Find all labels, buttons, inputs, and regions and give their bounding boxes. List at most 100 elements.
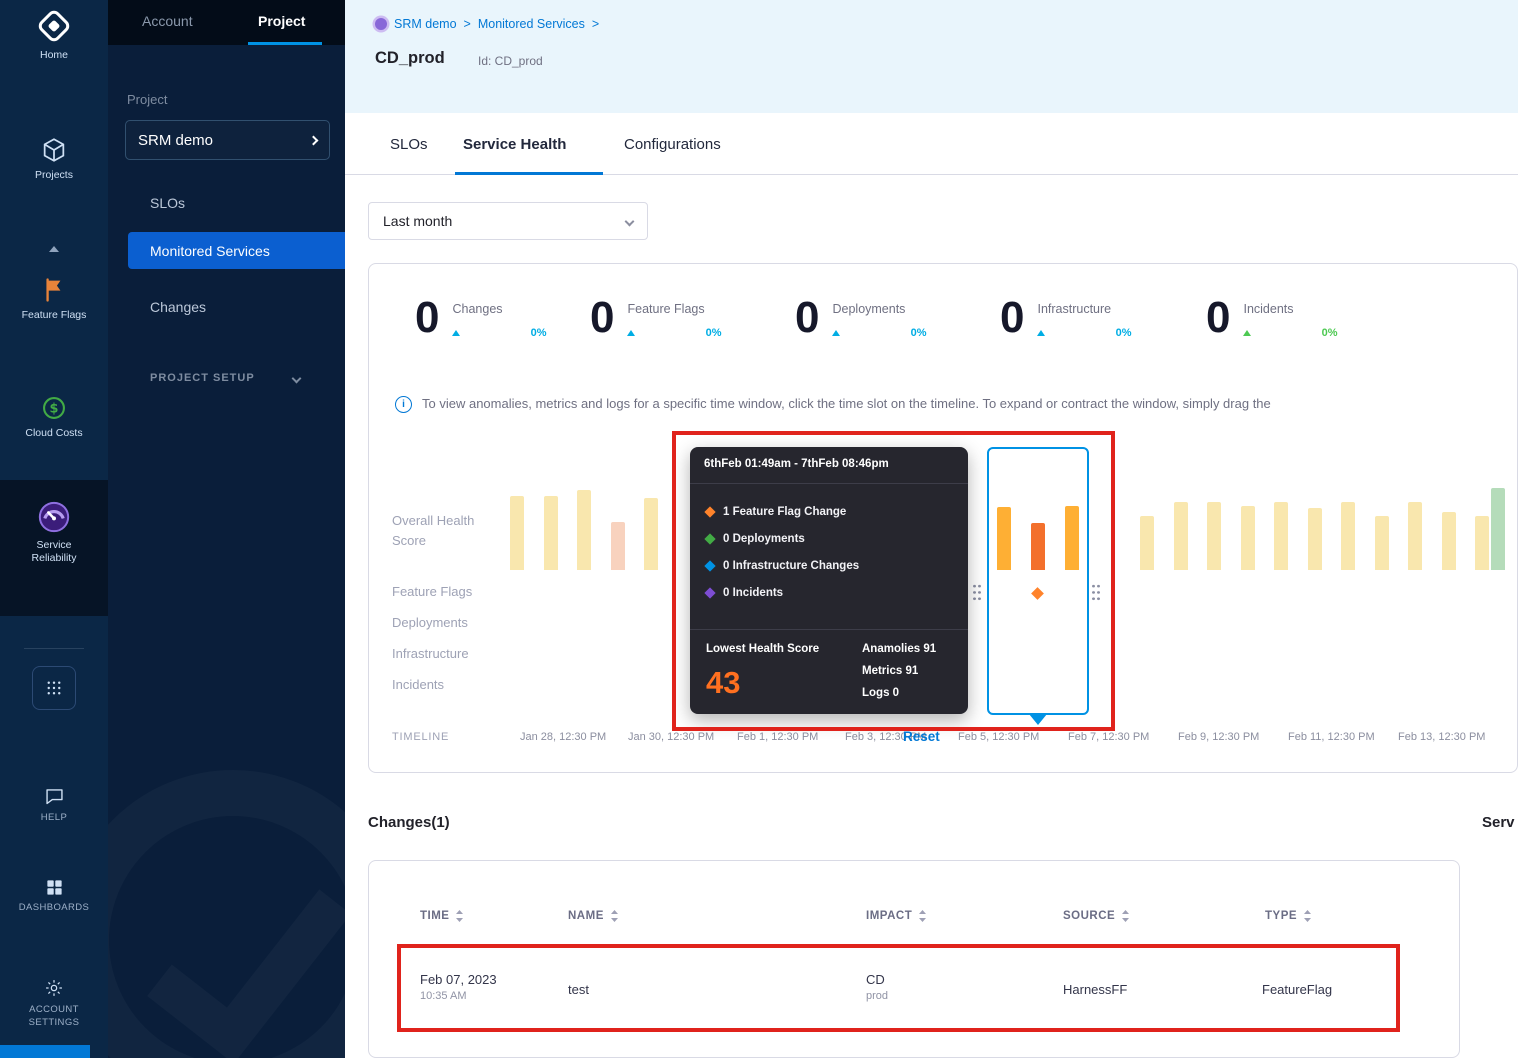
- tab-configurations[interactable]: Configurations: [624, 113, 721, 175]
- chevron-down-icon: [291, 373, 301, 383]
- timeline-bar[interactable]: [577, 490, 591, 570]
- project-selector[interactable]: SRM demo: [125, 120, 330, 160]
- tab-account[interactable]: Account: [142, 13, 193, 29]
- timeline-hint-text: To view anomalies, metrics and logs for …: [422, 396, 1510, 411]
- timeline-bar[interactable]: [1308, 508, 1322, 570]
- nav-home[interactable]: Home: [0, 8, 108, 61]
- nav-help[interactable]: HELP: [0, 786, 108, 823]
- stat-value: 0: [415, 296, 439, 340]
- flag-icon: [40, 276, 68, 304]
- timeline-bar[interactable]: [1207, 502, 1221, 570]
- project-setup-toggle[interactable]: PROJECT SETUP: [150, 372, 300, 384]
- nav-cloud-costs[interactable]: $ Cloud Costs: [0, 394, 108, 439]
- caret-up-icon: [49, 246, 59, 252]
- timeline-bar[interactable]: [1174, 502, 1188, 570]
- time-range-select[interactable]: Last month: [368, 202, 648, 240]
- stat-percent: 0%: [531, 327, 547, 339]
- timeline-bar[interactable]: [1274, 502, 1288, 570]
- change-time-detail: 10:35 AM: [420, 990, 497, 1002]
- window-drag-handle-right[interactable]: [1091, 583, 1101, 602]
- tooltip-metrics: Metrics 91: [862, 665, 918, 677]
- breadcrumb-monitored-services[interactable]: Monitored Services: [478, 17, 585, 31]
- sort-icon: [1121, 910, 1130, 922]
- column-header-label: NAME: [568, 910, 604, 922]
- timeline-bar[interactable]: [1442, 512, 1456, 570]
- timeline-bar[interactable]: [1241, 506, 1255, 570]
- time-window-tooltip: 6thFeb 01:49am - 7thFeb 08:46pm 1 Featur…: [690, 447, 968, 714]
- table-row-type-cell[interactable]: FeatureFlag: [1262, 982, 1332, 997]
- module-scroll-up[interactable]: [0, 246, 108, 252]
- harness-logo-icon: [36, 8, 72, 44]
- row-label-infrastructure: Infrastructure: [392, 646, 469, 661]
- timeline-bar[interactable]: [611, 522, 625, 570]
- reset-link[interactable]: Reset: [903, 729, 940, 744]
- primary-sidebar: Home Projects Feature Flags $ Cloud Cost…: [0, 0, 108, 1058]
- cube-icon: [40, 136, 68, 164]
- tab-project[interactable]: Project: [258, 13, 305, 29]
- column-header-name[interactable]: NAME: [568, 910, 619, 922]
- selected-time-window[interactable]: [987, 447, 1089, 715]
- timeline-bar[interactable]: [1491, 488, 1505, 570]
- sidebar-item-slos[interactable]: SLOs: [108, 184, 345, 221]
- nav-help-label: HELP: [41, 812, 67, 823]
- table-row-impact-cell[interactable]: CD prod: [866, 972, 888, 1002]
- column-header-label: TYPE: [1265, 910, 1297, 922]
- window-drag-handle-left[interactable]: [972, 583, 982, 602]
- timeline-bar[interactable]: [544, 496, 558, 570]
- timeline-bar[interactable]: [1408, 502, 1422, 570]
- timeline-bar[interactable]: [510, 496, 524, 570]
- nav-projects[interactable]: Projects: [0, 136, 108, 181]
- nav-service-reliability[interactable]: Service Reliability: [0, 480, 108, 616]
- tab-slos[interactable]: SLOs: [390, 113, 428, 175]
- tooltip-item-label: 1 Feature Flag Change: [723, 506, 846, 518]
- timeline-tick-label: Jan 28, 12:30 PM: [520, 730, 608, 745]
- trend-up-icon: [627, 330, 635, 336]
- chevron-right-icon: [309, 135, 319, 145]
- table-row-time-cell[interactable]: Feb 07, 2023 10:35 AM: [420, 972, 497, 1002]
- row-label-timeline: TIMELINE: [392, 731, 449, 743]
- nav-account-settings[interactable]: ACCOUNT SETTINGS: [0, 978, 108, 1029]
- nav-dashboards-label: DASHBOARDS: [19, 902, 90, 913]
- nav-account-settings-label: ACCOUNT SETTINGS: [18, 1003, 90, 1029]
- timeline-bar[interactable]: [1140, 516, 1154, 570]
- scope-tabs-bar: Account Project: [108, 0, 345, 45]
- sidebar-item-changes[interactable]: Changes: [108, 288, 345, 325]
- tooltip-item: 0 Incidents: [706, 587, 783, 599]
- stat-value: 0: [590, 296, 614, 340]
- sidebar-item-monitored-services[interactable]: Monitored Services: [128, 232, 345, 269]
- tab-active-underline: [248, 42, 322, 45]
- tab-service-health[interactable]: Service Health: [463, 113, 566, 175]
- timeline-tick-label: Feb 13, 12:30 PM: [1398, 730, 1486, 745]
- timeline-bar[interactable]: [1341, 502, 1355, 570]
- module-picker-button[interactable]: [0, 666, 108, 710]
- table-row-source-cell[interactable]: HarnessFF: [1063, 982, 1127, 997]
- stat-label: Feature Flags: [627, 302, 704, 316]
- column-header-source[interactable]: SOURCE: [1063, 910, 1130, 922]
- lowest-health-score-label: Lowest Health Score: [706, 643, 819, 655]
- column-header-type[interactable]: TYPE: [1265, 910, 1312, 922]
- tooltip-divider: [690, 483, 968, 484]
- stat-percent: 0%: [1322, 327, 1338, 339]
- stat-percent: 0%: [911, 327, 927, 339]
- stat-label: Changes: [452, 302, 502, 316]
- table-row-name-cell[interactable]: test: [568, 982, 589, 997]
- column-header-impact[interactable]: IMPACT: [866, 910, 927, 922]
- info-icon: i: [395, 396, 412, 413]
- sort-icon: [610, 910, 619, 922]
- incidents-diamond-icon: [704, 587, 715, 598]
- stat-value: 0: [795, 296, 819, 340]
- nav-feature-flags[interactable]: Feature Flags: [0, 276, 108, 321]
- changes-table: [368, 860, 1460, 1058]
- project-avatar-icon: [375, 18, 387, 30]
- column-header-time[interactable]: TIME: [420, 910, 464, 922]
- timeline-hint: i To view anomalies, metrics and logs fo…: [395, 396, 1510, 413]
- project-setup-label: PROJECT SETUP: [150, 372, 255, 384]
- breadcrumb-project[interactable]: SRM demo: [394, 17, 457, 31]
- timeline-bar[interactable]: [1375, 516, 1389, 570]
- stat-incidents: 0 Incidents 0%: [1206, 296, 1337, 340]
- sort-icon: [1303, 910, 1312, 922]
- nav-dashboards[interactable]: DASHBOARDS: [0, 878, 108, 913]
- timeline-bar[interactable]: [644, 498, 658, 570]
- dollar-coin-icon: $: [40, 394, 68, 422]
- timeline-bar[interactable]: [1475, 516, 1489, 570]
